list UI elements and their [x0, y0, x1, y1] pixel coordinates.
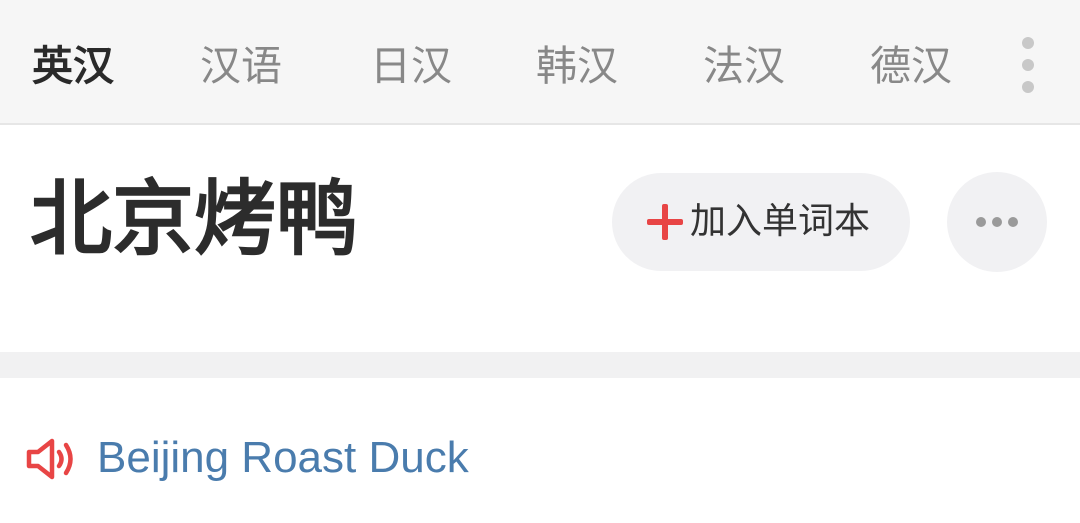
plus-icon — [647, 204, 683, 240]
language-tab-bar: 英汉 汉语 日汉 韩汉 法汉 德汉 — [0, 0, 1080, 125]
ellipsis-dot — [1008, 217, 1018, 227]
translation-text[interactable]: Beijing Roast Duck — [97, 430, 469, 486]
ellipsis-dot — [992, 217, 1002, 227]
horizontal-ellipsis-icon — [976, 217, 986, 227]
section-divider — [0, 352, 1080, 378]
add-to-wordbook-label: 加入单词本 — [690, 201, 871, 242]
tab-korean-chinese[interactable]: 韩汉 — [536, 38, 618, 94]
tab-japanese-chinese[interactable]: 日汉 — [370, 38, 452, 94]
speaker-icon[interactable] — [26, 436, 78, 482]
more-options-button[interactable] — [947, 172, 1047, 272]
add-to-wordbook-button[interactable]: 加入单词本 — [612, 173, 910, 271]
tab-german-chinese[interactable]: 德汉 — [870, 38, 952, 94]
ellipsis-dot — [1022, 59, 1034, 71]
word-title: 北京烤鸭 — [30, 172, 359, 267]
ellipsis-dot — [1022, 37, 1034, 49]
tab-french-chinese[interactable]: 法汉 — [703, 38, 785, 94]
tab-chinese[interactable]: 汉语 — [200, 38, 282, 94]
ellipsis-dot — [1022, 81, 1034, 93]
vertical-ellipsis-icon[interactable] — [1008, 34, 1048, 96]
tab-english-chinese[interactable]: 英汉 — [32, 38, 114, 94]
